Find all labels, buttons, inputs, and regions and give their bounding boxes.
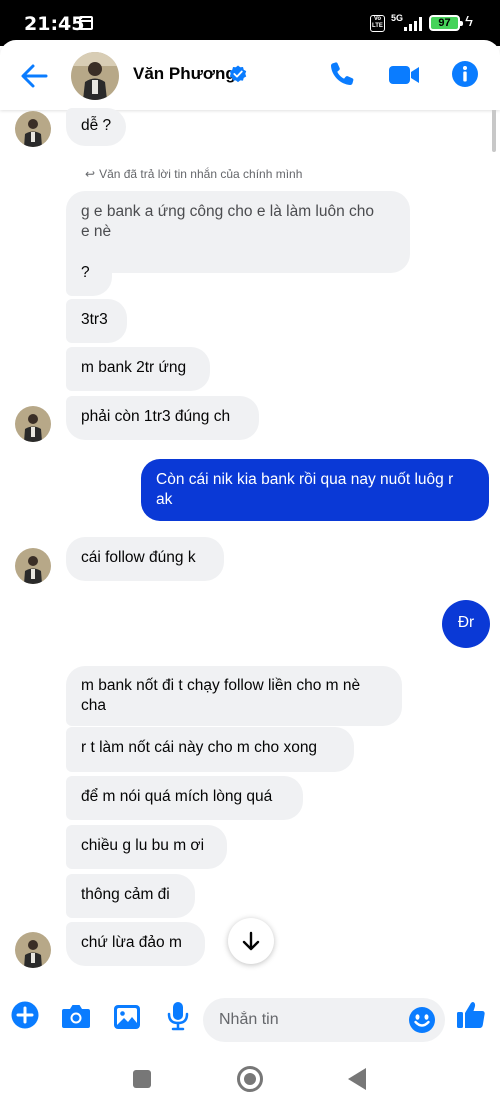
system-back-button[interactable] [348, 1068, 366, 1090]
message-bubble-incoming[interactable]: dễ ? [66, 108, 127, 146]
message-text: ? [81, 264, 90, 281]
message-text: g e bank a ứng công cho e là làm luôn ch… [81, 203, 375, 220]
sender-avatar[interactable] [15, 406, 51, 442]
microphone-icon[interactable] [166, 1001, 190, 1031]
contact-avatar[interactable] [71, 52, 119, 100]
message-text: dễ ? [81, 117, 112, 134]
message-text: chiều g lu bu m ơi [81, 837, 205, 854]
back-arrow-icon[interactable] [20, 62, 48, 90]
message-text: Còn cái nik kia bank rồi qua nay nuốt lu… [156, 471, 454, 488]
message-bubble-incoming[interactable]: ? [66, 252, 112, 296]
message-bubble-incoming[interactable]: m bank nốt đi t chạy follow liền cho m n… [66, 666, 402, 726]
message-text: để m nói quá mích lòng quá [81, 788, 273, 805]
status-time: 21:45 [24, 13, 85, 35]
system-nav-bar [0, 1058, 500, 1111]
verified-badge-icon [229, 65, 247, 83]
charging-icon: ϟ [465, 13, 473, 30]
message-bubble-outgoing[interactable]: Còn cái nik kia bank rồi qua nay nuốt lu… [141, 459, 489, 521]
sender-avatar[interactable] [15, 111, 51, 147]
message-text: phải còn 1tr3 đúng ch [81, 408, 231, 425]
message-text: thông cảm đi [81, 886, 170, 903]
scroll-to-bottom-button[interactable] [228, 918, 274, 964]
message-bubble-incoming[interactable]: để m nói quá mích lòng quá [66, 776, 303, 820]
calendar-icon [79, 16, 93, 30]
scrollbar[interactable] [492, 110, 496, 152]
message-text: Đr [457, 614, 475, 631]
message-bubble-incoming[interactable]: g e bank a ứng công cho e là làm luôn ch… [66, 191, 410, 273]
gallery-icon[interactable] [113, 1004, 141, 1030]
camera-icon[interactable] [61, 1003, 91, 1029]
reply-icon: ↩ [85, 167, 96, 181]
contact-name[interactable]: Văn Phương [133, 64, 236, 84]
message-bubble-incoming[interactable]: cái follow đúng k [66, 537, 224, 581]
video-call-icon[interactable] [388, 62, 420, 88]
network-type: 5G [391, 13, 404, 23]
message-bubble-outgoing[interactable]: Đr [442, 600, 490, 648]
volte-icon: Vo LTE [370, 15, 385, 32]
message-text: e nè [81, 223, 112, 240]
message-bubble-incoming[interactable]: chiều g lu bu m ơi [66, 825, 227, 869]
arrow-down-icon [242, 931, 260, 951]
message-text: ak [156, 491, 173, 508]
emoji-icon[interactable] [408, 1006, 436, 1034]
message-bubble-incoming[interactable]: r t làm nốt cái này cho m cho xong [66, 727, 354, 772]
phone-call-icon[interactable] [328, 60, 356, 88]
message-composer [0, 978, 500, 1058]
message-bubble-incoming[interactable]: thông cảm đi [66, 874, 195, 918]
message-text: 3tr3 [81, 311, 108, 328]
message-bubble-incoming[interactable]: m bank 2tr ứng [66, 347, 210, 391]
message-bubble-incoming[interactable]: 3tr3 [66, 299, 127, 343]
thumbs-up-icon[interactable] [456, 1000, 486, 1030]
message-text: m bank 2tr ứng [81, 359, 187, 376]
battery-indicator: 97 [429, 15, 463, 31]
reply-note-text: Văn đã trả lời tin nhắn của chính mình [99, 167, 303, 181]
message-text: m bank nốt đi t chạy follow liền cho m n… [81, 677, 361, 694]
info-icon[interactable] [451, 60, 479, 88]
message-text: chứ lừa đảo m [81, 934, 182, 951]
plus-icon[interactable] [11, 1001, 39, 1029]
signal-icon [404, 17, 424, 31]
sender-avatar[interactable] [15, 548, 51, 584]
message-text: cha [81, 697, 106, 714]
chat-header: Văn Phương [0, 40, 500, 110]
message-bubble-incoming[interactable]: phải còn 1tr3 đúng ch [66, 396, 259, 440]
message-input-container [203, 998, 445, 1042]
reply-indicator: ↩ Văn đã trả lời tin nhắn của chính mình [85, 167, 302, 181]
home-button[interactable] [237, 1066, 263, 1092]
sender-avatar[interactable] [15, 932, 51, 968]
message-input[interactable] [219, 998, 399, 1042]
messenger-chat-screen: 21:45 Vo LTE 5G 97 ϟ Văn Phương dễ ? ↩ V… [0, 0, 500, 1111]
message-text: r t làm nốt cái này cho m cho xong [81, 739, 318, 756]
message-text: cái follow đúng k [81, 549, 196, 566]
message-bubble-incoming[interactable]: chứ lừa đảo m [66, 922, 205, 966]
recent-apps-button[interactable] [133, 1070, 151, 1088]
